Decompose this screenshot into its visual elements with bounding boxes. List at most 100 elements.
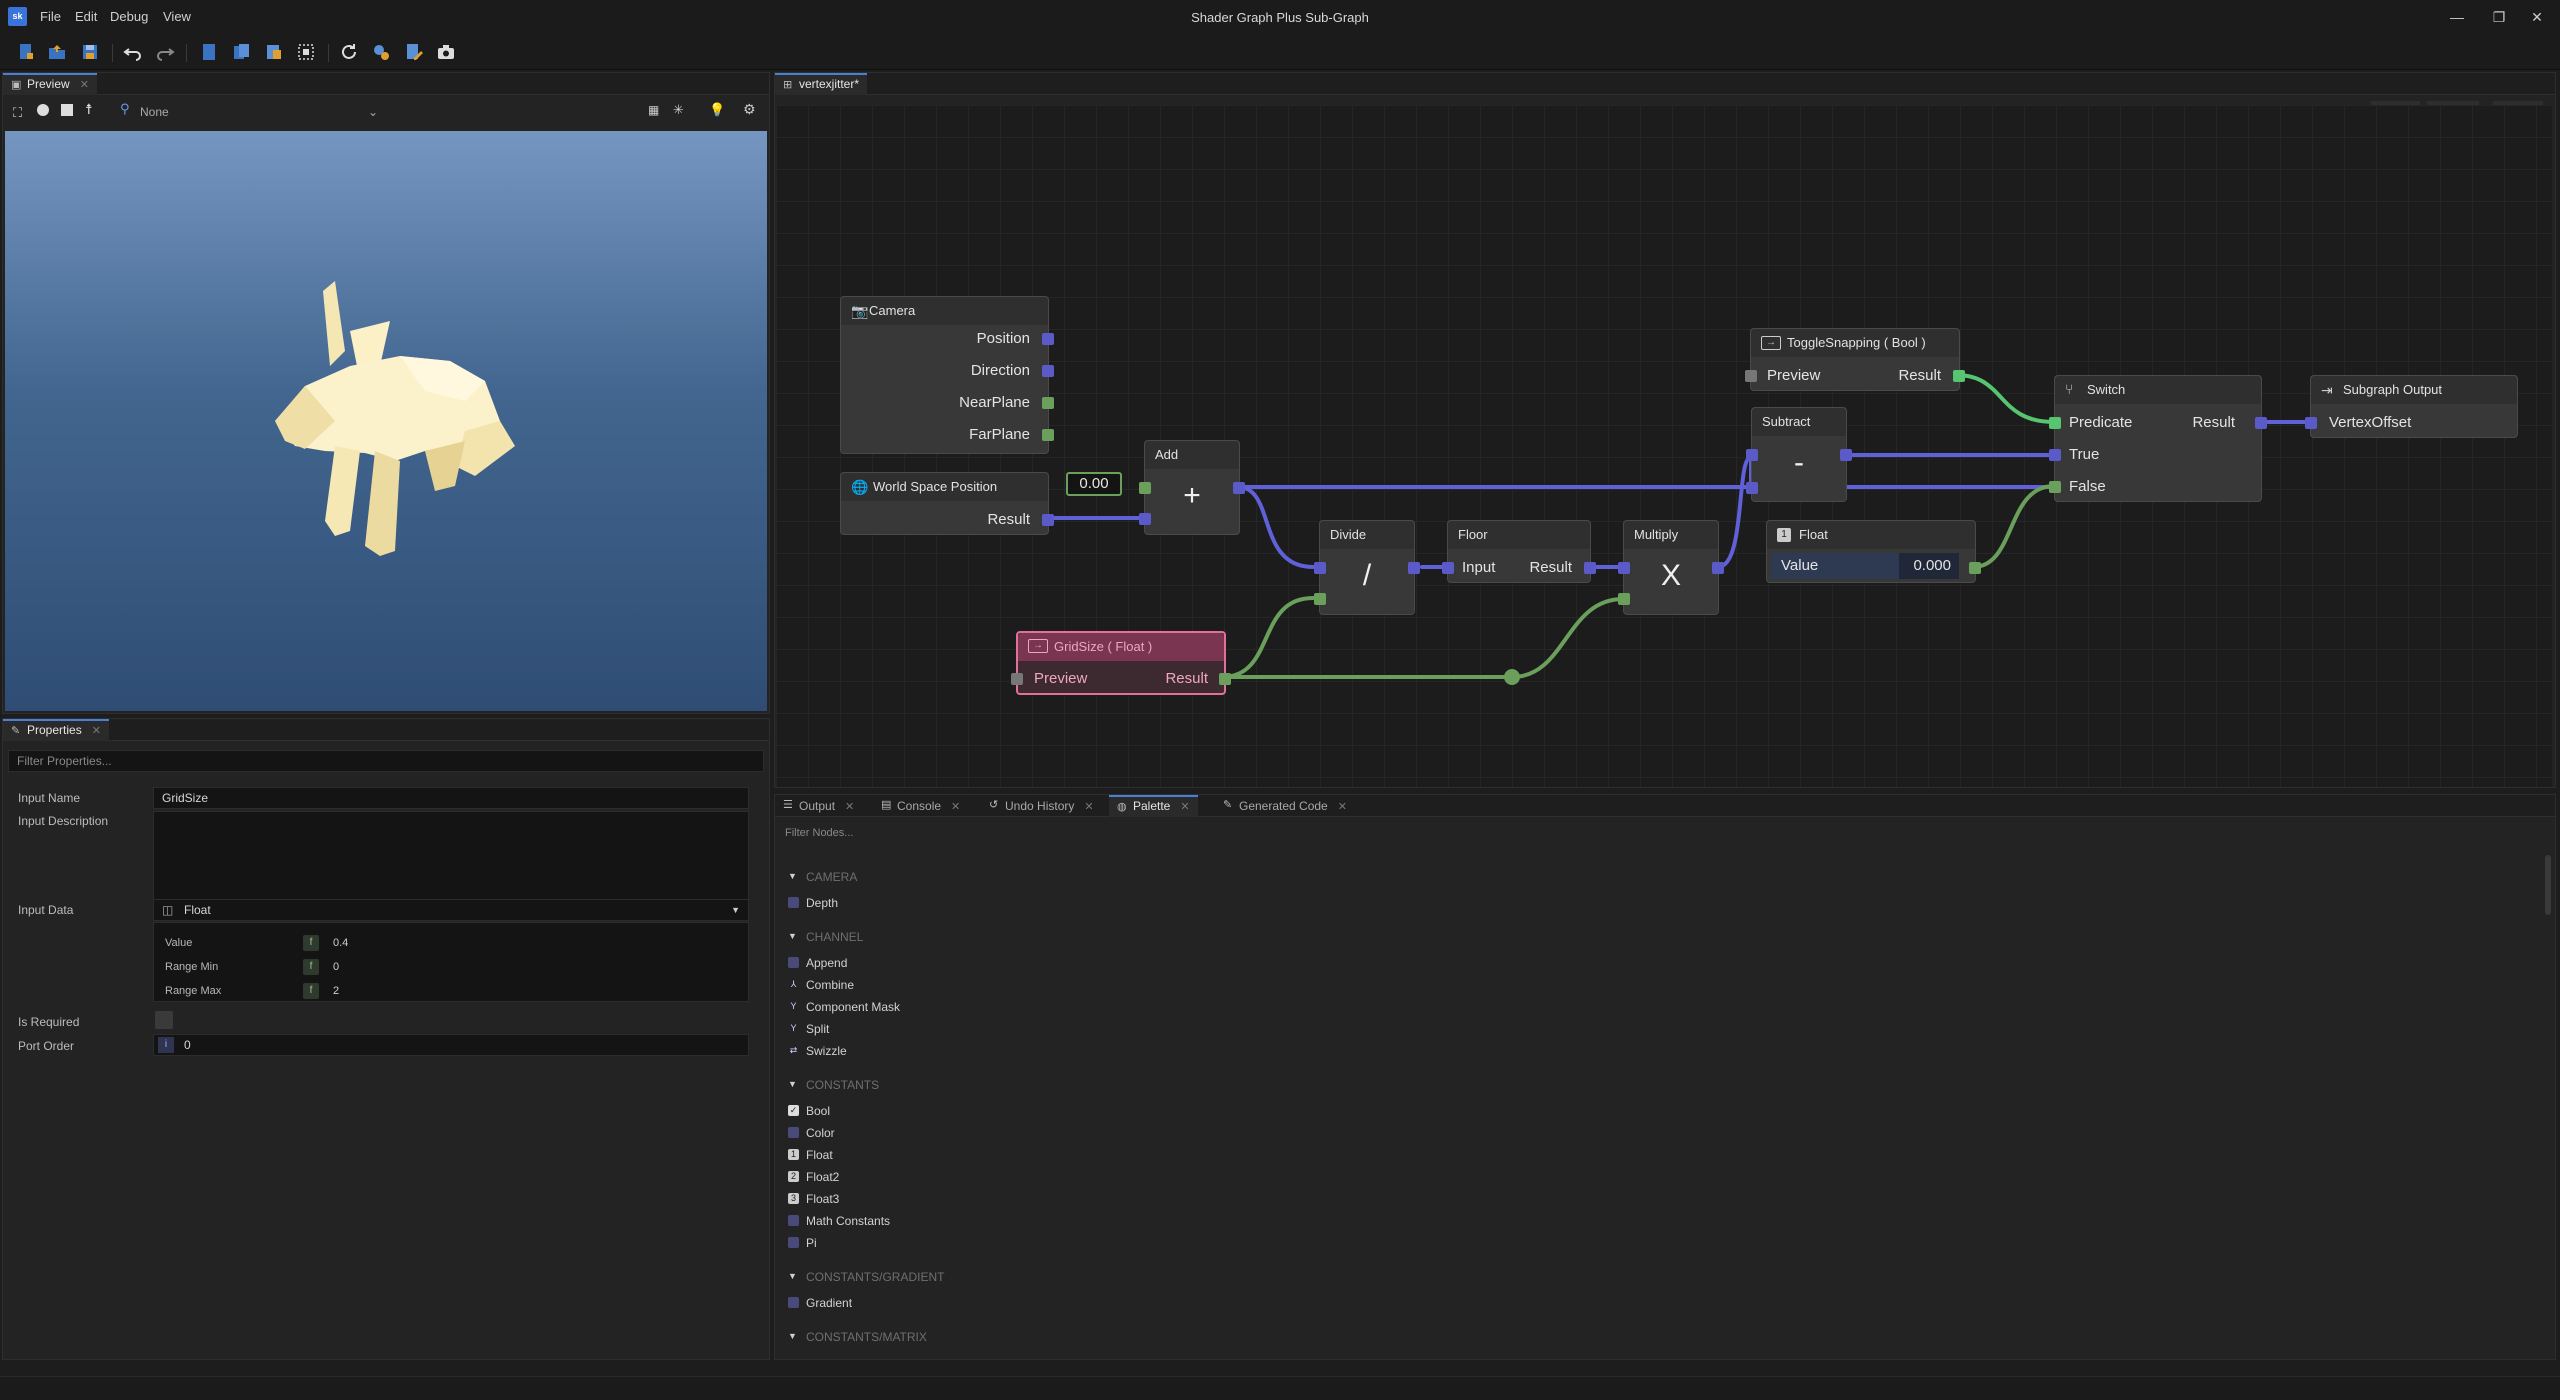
toggle-output[interactable] bbox=[1953, 370, 1965, 382]
palette-item-bool[interactable]: ✓ Bool bbox=[788, 1104, 830, 1118]
tab-undo-history[interactable]: ↺ Undo History ✕ bbox=[981, 795, 1102, 817]
add-output[interactable] bbox=[1233, 482, 1245, 494]
tab-console[interactable]: ▤ Console ✕ bbox=[873, 795, 968, 817]
filter-properties-input[interactable]: Filter Properties... bbox=[8, 750, 764, 772]
tab-preview[interactable]: ▣ Preview ✕ bbox=[3, 73, 97, 95]
palette-item-gradient[interactable]: Gradient bbox=[788, 1296, 852, 1310]
port-order-field[interactable]: i 0 bbox=[153, 1034, 749, 1056]
float-output[interactable] bbox=[1969, 562, 1981, 574]
palette-item-component-mask[interactable]: Y Component Mask bbox=[790, 1000, 900, 1014]
open-folder-icon[interactable] bbox=[45, 40, 69, 64]
camera-node[interactable]: Camera 📷 Position Direction NearPlane Fa… bbox=[840, 296, 1054, 454]
sun-icon[interactable]: ✳ bbox=[673, 102, 684, 118]
palette-item-math-constants[interactable]: Math Constants bbox=[788, 1214, 890, 1228]
input-description-field[interactable] bbox=[153, 811, 749, 901]
subtract-input-b[interactable] bbox=[1746, 482, 1758, 494]
switch-false-input[interactable] bbox=[2049, 481, 2061, 493]
divide-input-a[interactable] bbox=[1314, 562, 1326, 574]
settings-gear-icon[interactable] bbox=[369, 40, 393, 64]
cube-icon[interactable] bbox=[61, 104, 73, 116]
tab-properties[interactable]: ✎ Properties ✕ bbox=[3, 719, 109, 741]
toggle-snapping-node[interactable]: ToggleSnapping ( Bool ) → Preview Result bbox=[1745, 328, 1965, 391]
screenshot-camera-icon[interactable] bbox=[434, 40, 458, 64]
palette-scrollbar[interactable] bbox=[2545, 855, 2551, 915]
gridsize-preview-input[interactable] bbox=[1011, 673, 1023, 685]
multiply-input-a[interactable] bbox=[1618, 562, 1630, 574]
palette-item-color[interactable]: Color bbox=[788, 1126, 835, 1140]
model-select[interactable]: None ⌄ bbox=[140, 101, 380, 123]
menu-edit[interactable]: Edit bbox=[75, 9, 97, 24]
divide-node[interactable]: Divide / bbox=[1314, 520, 1420, 615]
copy-icon[interactable] bbox=[230, 40, 254, 64]
minimize-icon[interactable]: — bbox=[2442, 6, 2472, 28]
floor-output[interactable] bbox=[1584, 562, 1596, 574]
filter-nodes-input[interactable]: Filter Nodes... bbox=[785, 827, 853, 839]
switch-predicate-input[interactable] bbox=[2049, 417, 2061, 429]
gridsize-output[interactable] bbox=[1219, 673, 1231, 685]
camera-position-output[interactable] bbox=[1042, 333, 1054, 345]
palette-item-float3[interactable]: 3 Float3 bbox=[788, 1192, 839, 1206]
new-file-icon[interactable] bbox=[14, 40, 38, 64]
input-name-field[interactable]: GridSize bbox=[153, 787, 749, 809]
restore-icon[interactable]: ❐ bbox=[2484, 6, 2514, 28]
palette-category-camera[interactable]: CAMERA bbox=[788, 870, 857, 884]
palette-item-depth[interactable]: Depth bbox=[788, 896, 838, 910]
paste-icon[interactable] bbox=[262, 40, 286, 64]
camera-nearplane-output[interactable] bbox=[1042, 397, 1054, 409]
multiply-input-b[interactable] bbox=[1618, 593, 1630, 605]
palette-item-append[interactable]: Append bbox=[788, 956, 847, 970]
menu-view[interactable]: View bbox=[163, 9, 191, 24]
node-graph-canvas[interactable]: Camera 📷 Position Direction NearPlane Fa… bbox=[776, 105, 2552, 787]
palette-item-split[interactable]: Y Split bbox=[790, 1022, 829, 1036]
add-input-a[interactable] bbox=[1139, 482, 1151, 494]
palette-category-channel[interactable]: CHANNEL bbox=[788, 930, 863, 944]
multiply-node[interactable]: Multiply X bbox=[1618, 520, 1724, 615]
add-node[interactable]: Add + bbox=[1139, 440, 1245, 535]
menu-debug[interactable]: Debug bbox=[110, 9, 148, 24]
palette-item-float2[interactable]: 2 Float2 bbox=[788, 1170, 839, 1184]
page-icon[interactable] bbox=[197, 40, 221, 64]
range-min-field[interactable]: 0 bbox=[333, 961, 339, 973]
undo-icon[interactable] bbox=[121, 40, 145, 64]
tab-vertexjitter[interactable]: ⊞ vertexjitter* bbox=[775, 73, 868, 95]
grid-toggle-icon[interactable]: ▦ bbox=[648, 103, 659, 117]
palette-category-constants-matrix[interactable]: CONSTANTS/MATRIX bbox=[788, 1330, 927, 1344]
value-field[interactable]: 0.4 bbox=[333, 937, 348, 949]
divide-input-b[interactable] bbox=[1314, 593, 1326, 605]
palette-category-constants-gradient[interactable]: CONSTANTS/GRADIENT bbox=[788, 1270, 945, 1284]
subgraph-output-node[interactable]: Subgraph Output ⇥ VertexOffset bbox=[2305, 375, 2518, 438]
close-icon[interactable]: ✕ bbox=[2522, 6, 2552, 28]
subtract-input-a[interactable] bbox=[1746, 449, 1758, 461]
floor-node[interactable]: Floor Input Result bbox=[1442, 520, 1596, 583]
palette-item-pi[interactable]: Pi bbox=[788, 1236, 817, 1250]
divide-output[interactable] bbox=[1408, 562, 1420, 574]
gridsize-node[interactable]: GridSize ( Float ) → Preview Result bbox=[1011, 631, 1231, 695]
preview-viewport[interactable] bbox=[5, 131, 767, 711]
multiply-output[interactable] bbox=[1712, 562, 1724, 574]
add-input-b[interactable] bbox=[1139, 513, 1151, 525]
save-icon[interactable] bbox=[78, 40, 102, 64]
figure-icon[interactable]: ☨ bbox=[85, 101, 93, 118]
refresh-icon[interactable] bbox=[337, 40, 361, 64]
is-required-checkbox[interactable] bbox=[155, 1011, 173, 1029]
range-max-field[interactable]: 2 bbox=[333, 985, 339, 997]
fit-view-icon[interactable]: ⛶ bbox=[13, 105, 22, 121]
switch-true-input[interactable] bbox=[2049, 449, 2061, 461]
select-all-icon[interactable] bbox=[294, 40, 318, 64]
subtract-node[interactable]: Subtract - bbox=[1746, 407, 1852, 502]
float-value-field[interactable]: Value 0.000 bbox=[1771, 553, 1959, 579]
tab-generated-code[interactable]: ✎ Generated Code ✕ bbox=[1215, 795, 1355, 817]
edit-document-icon[interactable] bbox=[402, 40, 426, 64]
vertex-offset-input[interactable] bbox=[2305, 417, 2317, 429]
add-constant-input[interactable]: 0.00 bbox=[1066, 472, 1122, 496]
light-bulb-icon[interactable]: 💡 bbox=[709, 102, 725, 118]
tab-output[interactable]: ☰ Output ✕ bbox=[775, 795, 862, 817]
float-node[interactable]: Float 1 Value 0.000 bbox=[1766, 520, 1981, 583]
palette-item-float[interactable]: 1 Float bbox=[788, 1148, 833, 1162]
camera-direction-output[interactable] bbox=[1042, 365, 1054, 377]
tab-palette[interactable]: ◍ Palette ✕ bbox=[1109, 795, 1198, 817]
switch-node[interactable]: Switch ⑂ Predicate Result True False bbox=[2049, 375, 2267, 502]
toggle-preview-input[interactable] bbox=[1745, 370, 1757, 382]
menu-file[interactable]: File bbox=[40, 9, 61, 24]
palette-item-swizzle[interactable]: ⇄ Swizzle bbox=[790, 1044, 847, 1058]
